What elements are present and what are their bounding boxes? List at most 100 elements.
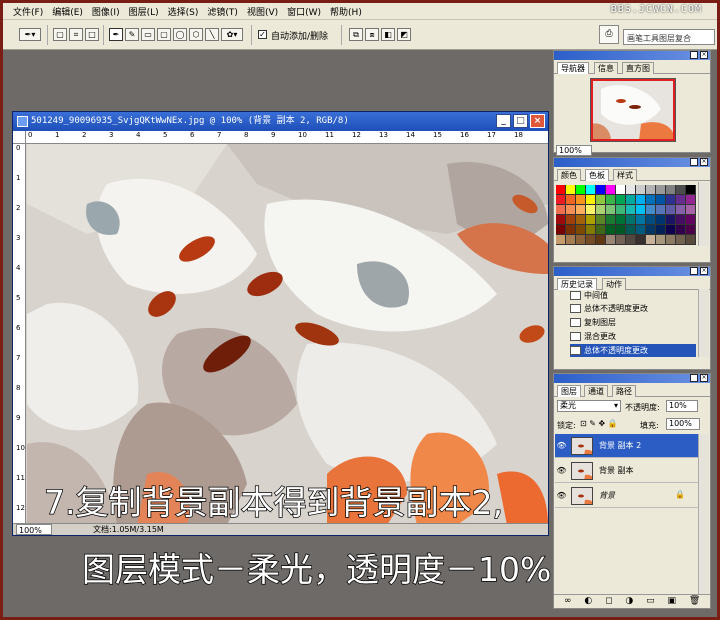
- layer-row-background-copy-2[interactable]: 👁 背景 副本 2: [555, 434, 709, 458]
- minimize-icon[interactable]: [690, 267, 698, 275]
- color-swatch[interactable]: [676, 205, 686, 215]
- auto-add-delete-checkbox[interactable]: ✓: [258, 30, 267, 39]
- tab-layers[interactable]: 图层: [557, 385, 581, 397]
- color-swatch[interactable]: [596, 225, 606, 235]
- color-swatch[interactable]: [636, 185, 646, 195]
- color-swatch[interactable]: [556, 205, 566, 215]
- menu-filter[interactable]: 滤镜(T): [207, 5, 238, 18]
- tab-info[interactable]: 信息: [594, 62, 618, 74]
- menu-image[interactable]: 图像(I): [92, 5, 120, 18]
- color-swatch[interactable]: [666, 205, 676, 215]
- color-swatch[interactable]: [616, 185, 626, 195]
- pen-tool-icon[interactable]: ✒: [109, 28, 123, 41]
- color-swatch[interactable]: [596, 205, 606, 215]
- color-swatch[interactable]: [556, 195, 566, 205]
- color-swatch[interactable]: [656, 225, 666, 235]
- tab-histogram[interactable]: 直方图: [622, 62, 654, 74]
- polygon-tool-icon[interactable]: ⬡: [189, 28, 203, 41]
- color-swatch[interactable]: [626, 195, 636, 205]
- color-swatch[interactable]: [626, 205, 636, 215]
- color-swatch[interactable]: [566, 195, 576, 205]
- rounded-rectangle-icon[interactable]: ▢: [157, 28, 171, 41]
- blend-mode-select[interactable]: 柔光 ▾: [557, 400, 621, 412]
- ruler-corner[interactable]: [13, 131, 26, 144]
- eye-icon[interactable]: 👁: [556, 489, 567, 502]
- color-swatch[interactable]: [556, 225, 566, 235]
- color-swatch[interactable]: [606, 215, 616, 225]
- color-swatch[interactable]: [586, 185, 596, 195]
- fill-field[interactable]: 100%: [666, 418, 700, 430]
- menu-file[interactable]: 文件(F): [13, 5, 43, 18]
- color-swatch[interactable]: [676, 225, 686, 235]
- color-swatch[interactable]: [686, 205, 696, 215]
- color-swatch[interactable]: [676, 185, 686, 195]
- panel-title-bar[interactable]: ×: [554, 374, 710, 383]
- menu-window[interactable]: 窗口(W): [287, 5, 321, 18]
- history-item[interactable]: 中间值: [570, 289, 696, 302]
- color-swatch[interactable]: [656, 215, 666, 225]
- paths-icon[interactable]: ⌗: [69, 28, 83, 41]
- layer-row-background-copy[interactable]: 👁 背景 副本: [555, 459, 709, 483]
- color-swatch[interactable]: [596, 235, 606, 245]
- fill-pixels-icon[interactable]: □: [85, 28, 99, 41]
- color-swatch[interactable]: [656, 195, 666, 205]
- color-swatch[interactable]: [686, 215, 696, 225]
- ruler-horizontal[interactable]: 0 1 2 3 4 5 6 7 8 9 10 11 12 13 14 15 16…: [26, 131, 548, 144]
- document-title-bar[interactable]: 501249_90096935_SvjgQKtWwNEx.jpg @ 100% …: [13, 112, 548, 131]
- color-swatch[interactable]: [616, 235, 626, 245]
- tab-styles[interactable]: 样式: [613, 169, 637, 181]
- line-tool-icon[interactable]: ╲: [205, 28, 219, 41]
- color-swatch[interactable]: [626, 215, 636, 225]
- document-zoom-field[interactable]: 100%: [16, 524, 52, 535]
- minimize-icon[interactable]: [690, 158, 698, 166]
- color-swatch[interactable]: [596, 185, 606, 195]
- history-item-selected[interactable]: 总体不透明度更改: [570, 344, 696, 357]
- minimize-button[interactable]: _: [496, 114, 511, 128]
- menu-edit[interactable]: 编辑(E): [52, 5, 83, 18]
- color-swatch[interactable]: [606, 185, 616, 195]
- color-swatch[interactable]: [646, 195, 656, 205]
- color-swatch[interactable]: [576, 185, 586, 195]
- color-swatch[interactable]: [556, 215, 566, 225]
- color-swatch[interactable]: [666, 185, 676, 195]
- document-info[interactable]: 文档:1.05M/3.15M: [93, 524, 164, 535]
- color-swatch[interactable]: [646, 225, 656, 235]
- layer-row-background[interactable]: 👁 背景 🔒: [555, 484, 709, 508]
- layers-bottom-toolbar[interactable]: ∞ ◐ ◻ ◑ ▭ ▣ 🗑: [554, 594, 710, 608]
- color-swatch[interactable]: [686, 235, 696, 245]
- color-swatch[interactable]: [586, 225, 596, 235]
- layers-scrollbar[interactable]: [698, 434, 709, 594]
- color-swatch[interactable]: [596, 195, 606, 205]
- color-swatch[interactable]: [576, 215, 586, 225]
- lock-icons[interactable]: ⊡ ✎ ✥ 🔒: [580, 419, 618, 428]
- color-swatch[interactable]: [686, 225, 696, 235]
- color-swatch[interactable]: [636, 195, 646, 205]
- image-canvas[interactable]: [27, 144, 548, 525]
- swatch-grid[interactable]: [556, 185, 696, 245]
- color-swatch[interactable]: [586, 215, 596, 225]
- color-swatch[interactable]: [656, 235, 666, 245]
- color-swatch[interactable]: [616, 215, 626, 225]
- path-exclude-icon[interactable]: ◩: [397, 28, 411, 41]
- panel-title-bar[interactable]: ×: [554, 267, 710, 276]
- color-swatch[interactable]: [636, 205, 646, 215]
- color-swatch[interactable]: [596, 215, 606, 225]
- panel-title-bar[interactable]: ×: [554, 51, 710, 60]
- eye-icon[interactable]: 👁: [556, 439, 567, 452]
- color-swatch[interactable]: [556, 185, 566, 195]
- palette-well-icon[interactable]: ⎙: [599, 25, 619, 44]
- color-swatch[interactable]: [566, 185, 576, 195]
- color-swatch[interactable]: [666, 235, 676, 245]
- color-swatch[interactable]: [676, 195, 686, 205]
- color-swatch[interactable]: [666, 195, 676, 205]
- navigator-zoom-field[interactable]: 100%: [556, 145, 592, 156]
- color-swatch[interactable]: [686, 185, 696, 195]
- history-item[interactable]: 混合更改: [570, 330, 696, 343]
- tab-navigator[interactable]: 导航器: [557, 62, 589, 74]
- color-swatch[interactable]: [566, 205, 576, 215]
- color-swatch[interactable]: [606, 235, 616, 245]
- menu-view[interactable]: 视图(V): [247, 5, 278, 18]
- tab-color[interactable]: 颜色: [557, 169, 581, 181]
- navigator-view-box[interactable]: [591, 79, 675, 141]
- close-icon[interactable]: ×: [700, 158, 708, 166]
